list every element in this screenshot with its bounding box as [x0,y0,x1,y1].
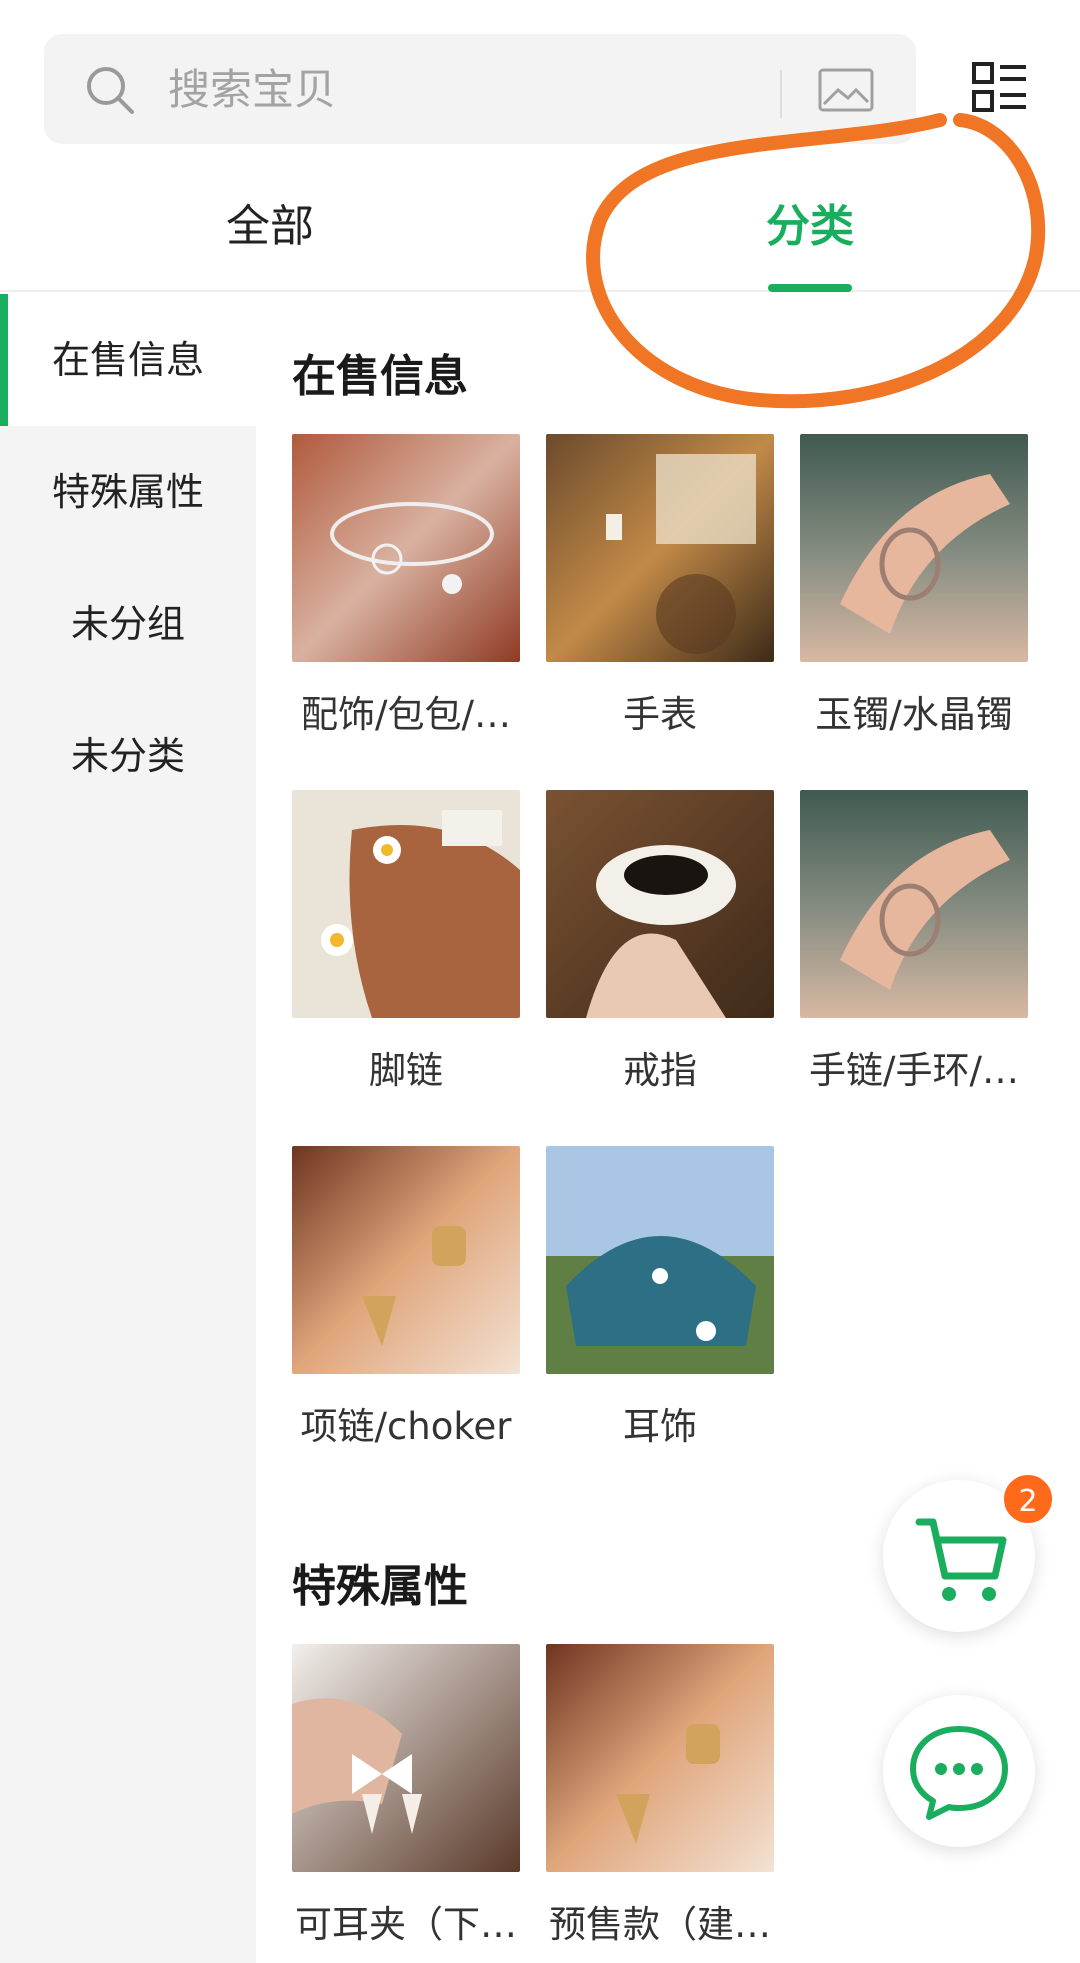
product-image [800,434,1028,662]
search-input[interactable] [168,56,768,122]
sidebar-item-label: 未分组 [70,602,185,646]
tile-label: 配饰/包包/… [301,693,511,736]
sidebar-item-label: 在售信息 [51,338,204,382]
product-image [546,434,774,662]
product-image [292,1644,520,1872]
category-tile[interactable]: 可耳夹（下… [292,1644,520,1948]
chat-icon [910,1726,1008,1820]
sidebar-item-on-sale[interactable]: 在售信息 [0,294,256,426]
tile-label: 脚链 [369,1049,443,1092]
product-image [546,1146,774,1374]
cart-count-badge: 2 [1001,1472,1055,1526]
image-search-icon[interactable] [818,68,874,112]
product-image [546,1644,774,1872]
layout-icon[interactable] [972,62,1028,112]
tile-label: 手链/手环/… [809,1049,1019,1092]
category-tile[interactable]: 脚链 [292,790,520,1094]
category-sidebar: 在售信息 特殊属性 未分组 未分类 [0,294,256,1963]
tile-label: 玉镯/水晶镯 [815,693,1013,736]
category-tile[interactable]: 耳饰 [546,1146,774,1450]
search-icon [87,67,134,114]
top-tabs: 全部 分类 [0,160,1080,292]
sidebar-item-special[interactable]: 特殊属性 [0,426,256,558]
category-tile[interactable]: 手链/手环/… [800,790,1028,1094]
product-image [292,790,520,1018]
chat-button[interactable] [883,1695,1035,1847]
category-tile[interactable]: 预售款（建… [546,1644,774,1948]
section-title-special: 特殊属性 [292,1561,468,1612]
tile-label: 可耳夹（下… [295,1903,517,1946]
tile-label: 预售款（建… [549,1903,771,1946]
tab-active-indicator [768,284,852,292]
tile-label: 戒指 [623,1049,697,1092]
sidebar-item-uncategorized[interactable]: 未分类 [0,690,256,822]
category-tile[interactable]: 手表 [546,434,774,738]
cart-button[interactable]: 2 [883,1472,1055,1632]
product-image [546,790,774,1018]
sidebar-item-ungrouped[interactable]: 未分组 [0,558,256,690]
search-divider [780,70,782,118]
tab-all[interactable]: 全部 [170,190,370,260]
category-tile[interactable]: 项链/choker [292,1146,520,1450]
tab-category[interactable]: 分类 [710,190,910,260]
product-image [292,1146,520,1374]
category-tile[interactable]: 戒指 [546,790,774,1094]
category-tile[interactable]: 配饰/包包/… [292,434,520,738]
tile-label: 耳饰 [623,1405,697,1448]
sidebar-active-bar [0,294,8,426]
product-image [292,434,520,662]
sidebar-item-label: 特殊属性 [51,470,204,514]
category-tile[interactable]: 玉镯/水晶镯 [800,434,1028,738]
product-image [800,790,1028,1018]
sidebar-item-label: 未分类 [70,734,185,778]
tile-label: 手表 [623,693,697,736]
section-title-on-sale: 在售信息 [292,351,468,402]
search-bar[interactable] [44,34,916,144]
tile-label: 项链/choker [300,1405,512,1448]
